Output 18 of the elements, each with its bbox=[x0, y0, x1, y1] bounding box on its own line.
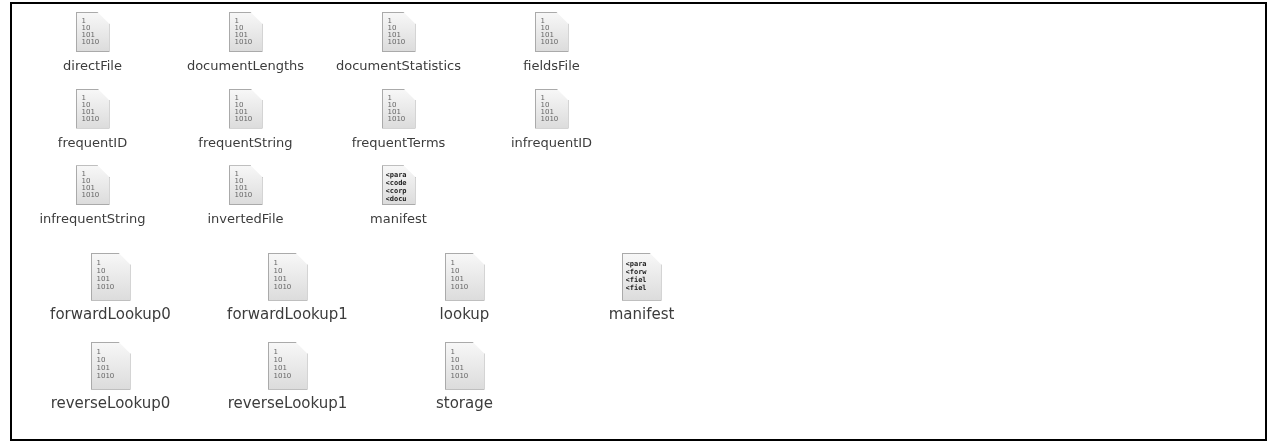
file-name[interactable]: forwardLookup1 bbox=[227, 304, 348, 323]
file-name[interactable]: reverseLookup0 bbox=[50, 393, 171, 412]
file-name[interactable]: forwardLookup0 bbox=[50, 304, 171, 323]
file-name[interactable]: manifest bbox=[370, 211, 427, 227]
file-name[interactable]: frequentString bbox=[198, 134, 293, 151]
file-name[interactable]: reverseLookup1 bbox=[227, 393, 348, 412]
file-name[interactable]: documentStatistics bbox=[336, 58, 461, 74]
file-name[interactable]: invertedFile bbox=[207, 211, 284, 227]
file-name[interactable]: documentLengths bbox=[186, 58, 305, 74]
file-name[interactable]: infrequentID bbox=[510, 134, 593, 151]
file-name[interactable]: lookup bbox=[439, 304, 490, 323]
file-name[interactable]: frequentTerms bbox=[351, 134, 446, 151]
file-name[interactable]: frequentID bbox=[57, 134, 128, 151]
file-name[interactable]: storage bbox=[436, 393, 493, 412]
file-name[interactable]: manifest bbox=[608, 304, 675, 323]
file-name[interactable]: infrequentString bbox=[39, 211, 146, 227]
file-name[interactable]: directFile bbox=[63, 58, 122, 74]
file-name[interactable]: fieldsFile bbox=[523, 58, 580, 74]
